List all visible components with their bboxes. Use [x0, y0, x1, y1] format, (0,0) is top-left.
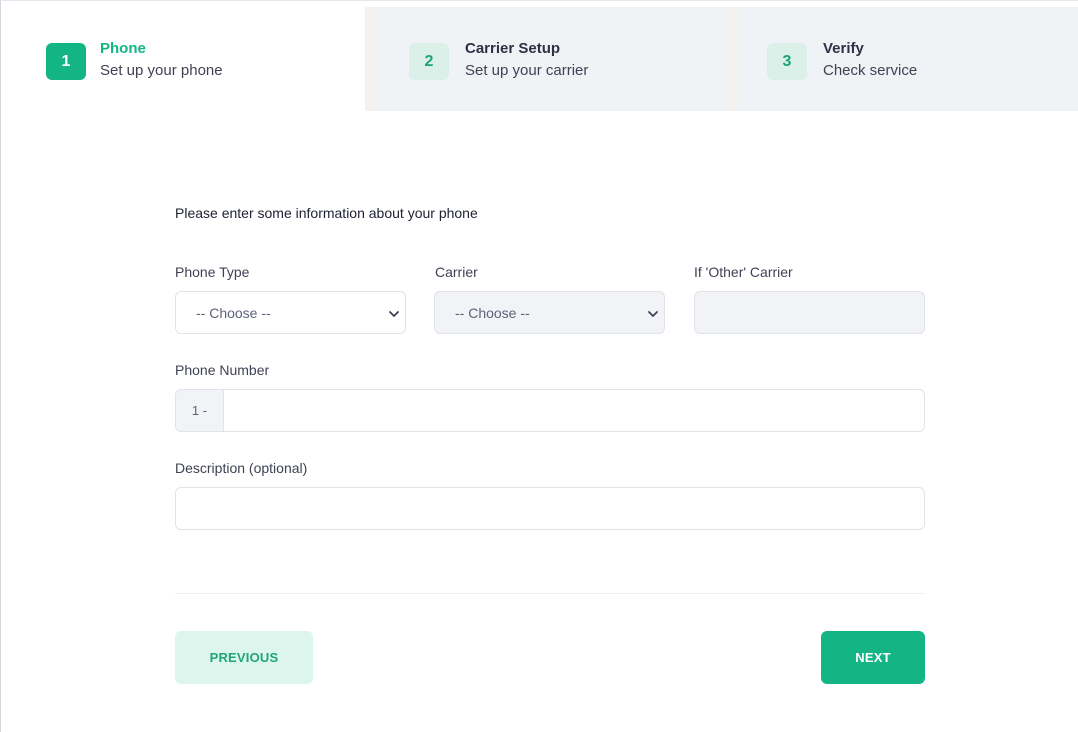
- phone-prefix: 1 -: [176, 390, 224, 431]
- previous-button[interactable]: PREVIOUS: [175, 631, 313, 684]
- chevron-down-icon: [648, 311, 658, 317]
- description-input[interactable]: [175, 487, 925, 530]
- carrier-select[interactable]: -- Choose --: [434, 291, 665, 334]
- step-title: Phone: [100, 40, 146, 57]
- step-subtitle: Check service: [823, 62, 918, 79]
- step-carrier-setup[interactable]: 2 Carrier Setup Set up your carrier: [365, 7, 729, 111]
- chevron-down-icon: [389, 311, 399, 317]
- step-verify[interactable]: 3 Verify Check service: [729, 7, 1078, 111]
- phone-type-value: -- Choose --: [196, 305, 271, 321]
- carrier-label: Carrier: [435, 264, 478, 280]
- step-number: 3: [767, 43, 807, 80]
- other-carrier-input[interactable]: [694, 291, 925, 334]
- stepper: 1 Phone Set up your phone 2 Carrier Setu…: [9, 7, 1078, 111]
- step-number: 1: [46, 43, 86, 80]
- divider: [175, 593, 925, 594]
- phone-type-label: Phone Type: [175, 264, 250, 280]
- wizard-page: 1 Phone Set up your phone 2 Carrier Setu…: [0, 0, 1078, 732]
- phone-number-field[interactable]: 1 -: [175, 389, 925, 432]
- step-title: Carrier Setup: [465, 40, 561, 57]
- form-intro: Please enter some information about your…: [175, 205, 478, 221]
- description-label: Description (optional): [175, 460, 308, 476]
- phone-number-label: Phone Number: [175, 362, 270, 378]
- carrier-value: -- Choose --: [455, 305, 530, 321]
- step-number: 2: [409, 43, 449, 80]
- step-subtitle: Set up your phone: [100, 62, 223, 79]
- other-carrier-label: If 'Other' Carrier: [694, 264, 793, 280]
- step-title: Verify: [823, 40, 864, 57]
- step-subtitle: Set up your carrier: [465, 62, 589, 79]
- phone-type-select[interactable]: -- Choose --: [175, 291, 406, 334]
- step-phone[interactable]: 1 Phone Set up your phone: [9, 7, 365, 111]
- next-button[interactable]: NEXT: [821, 631, 925, 684]
